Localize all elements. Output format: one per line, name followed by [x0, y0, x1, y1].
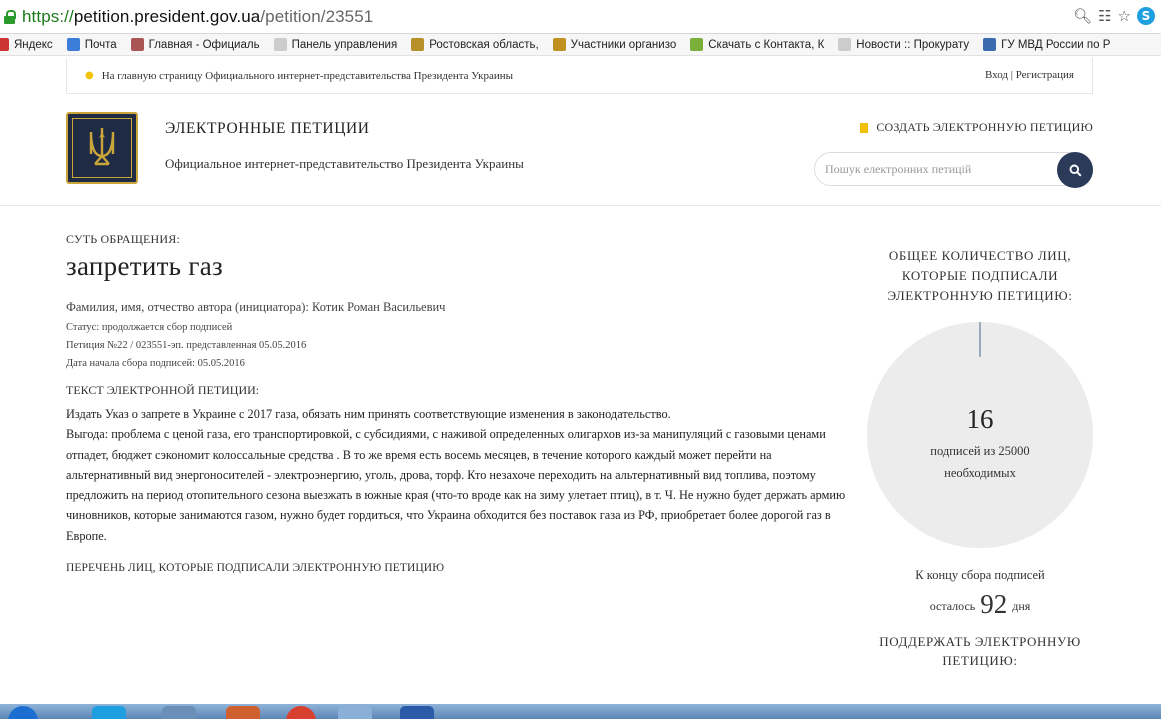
bookmark-label: ГУ МВД России по Р: [1001, 38, 1111, 51]
signature-count: 16: [966, 404, 994, 434]
bookmark-item[interactable]: Главная - Официаль: [130, 38, 260, 51]
count-of-required: подписей из 25000: [930, 444, 1030, 458]
home-link[interactable]: На главную страницу Официального интерне…: [102, 70, 513, 82]
signature-sidebar: ОБЩЕЕ КОЛИЧЕСТВО ЛИЦ, КОТОРЫЕ ПОДПИСАЛИ …: [866, 246, 1094, 670]
bookmark-favicon-icon: [411, 38, 425, 51]
document-icon: [860, 122, 869, 133]
bookmark-star-icon[interactable]: ☆: [1118, 7, 1131, 25]
skype-icon[interactable]: S: [1137, 7, 1155, 25]
petition-author: Фамилия, имя, отчество автора (инициатор…: [66, 300, 446, 314]
search-button[interactable]: [1057, 152, 1093, 188]
signers-list-link[interactable]: ПЕРЕЧЕНЬ ЛИЦ, КОТОРЫЕ ПОДПИСАЛИ ЭЛЕКТРОН…: [66, 562, 856, 574]
petition-text: Издать Указ о запрете в Украине с 2017 г…: [66, 404, 856, 546]
count-required-word: необходимых: [944, 466, 1016, 480]
bookmark-favicon-icon: [66, 38, 80, 51]
url-text[interactable]: https://petition.president.gov.ua/petiti…: [22, 7, 373, 27]
site-header: ЭЛЕКТРОННЫЕ ПЕТИЦИИ Официальное интернет…: [0, 94, 1161, 206]
start-button-icon[interactable]: [8, 706, 38, 719]
skype-taskbar-icon[interactable]: [92, 706, 126, 719]
bookmark-item[interactable]: ГУ МВД России по Р: [983, 38, 1110, 51]
petition-text-label: ТЕКСТ ЭЛЕКТРОННОЙ ПЕТИЦИИ:: [66, 383, 260, 397]
bookmark-label: Участники организо: [570, 38, 677, 51]
address-bar[interactable]: https://petition.president.gov.ua/petiti…: [0, 0, 1161, 34]
top-strip: ● На главную страницу Официального интер…: [66, 58, 1093, 94]
petition-status: Статус: продолжается сбор подписей: [66, 322, 233, 333]
bookmark-item[interactable]: Яндекс: [0, 38, 53, 51]
petition-start-date: Дата начала сбора подписей: 05.05.2016: [66, 358, 245, 369]
bookmark-label: Яндекс: [14, 38, 53, 51]
lock-icon: [4, 9, 16, 24]
signature-progress-circle: 16 подписей из 25000 необходимых: [867, 322, 1093, 548]
os-taskbar: [0, 704, 1161, 719]
collection-end-label: К концу сбора подписей: [915, 568, 1045, 582]
login-link[interactable]: Вход: [985, 69, 1008, 81]
bookmark-favicon-icon: [0, 38, 9, 51]
site-subtitle: Официальное интернет-представительство П…: [165, 156, 524, 171]
remain-days: 92: [980, 589, 1008, 619]
bookmark-item[interactable]: Ростовская область,: [411, 38, 539, 51]
chrome-taskbar-icon[interactable]: [286, 706, 316, 719]
petition-content: СУТЬ ОБРАЩЕНИЯ: запретить газ Фамилия, и…: [66, 232, 856, 574]
bookmark-favicon-icon: [983, 38, 997, 51]
home-star-icon: ●: [85, 70, 94, 81]
support-heading: ПОДДЕРЖАТЬ ЭЛЕКТРОННУЮ ПЕТИЦИЮ:: [879, 634, 1081, 668]
paint-taskbar-icon[interactable]: [338, 706, 372, 719]
essence-label: СУТЬ ОБРАЩЕНИЯ:: [66, 232, 181, 246]
url-host: petition.president.gov.ua: [73, 6, 261, 26]
bookmark-label: Скачать с Контакта, К: [708, 38, 825, 51]
petition-text-body: Выгода: проблема с ценой газа, его транс…: [66, 427, 846, 543]
days-remaining: осталось 92 дня: [866, 589, 1094, 620]
bookmark-favicon-icon: [838, 38, 852, 51]
bookmark-label: Ростовская область,: [429, 38, 539, 51]
url-scheme: https://: [22, 6, 74, 26]
petition-title: запретить газ: [66, 251, 223, 281]
search-input[interactable]: [825, 161, 1045, 177]
bookmark-favicon-icon: [552, 38, 566, 51]
bookmark-label: Панель управления: [291, 38, 398, 51]
word-taskbar-icon[interactable]: [400, 706, 434, 719]
bookmark-item[interactable]: Новости :: Прокурату: [838, 38, 969, 51]
create-petition-label: СОЗДАТЬ ЭЛЕКТРОННУЮ ПЕТИЦИЮ: [876, 120, 1093, 134]
bookmark-label: Новости :: Прокурату: [856, 38, 970, 51]
remain-prefix: осталось: [929, 599, 976, 613]
search-box: [814, 152, 1093, 188]
bookmark-item[interactable]: Участники организо: [552, 38, 677, 51]
app-taskbar-icon[interactable]: [162, 706, 196, 719]
progress-tick: [979, 322, 981, 357]
url-path: /petition/23551: [260, 6, 374, 26]
bookmarks-bar: Яндекс Почта Главная - Официаль Панель упра…: [0, 34, 1161, 56]
bookmark-label: Почта: [84, 38, 117, 51]
petition-text-line1: Издать Указ о запрете в Украине с 2017 г…: [66, 407, 671, 421]
register-link[interactable]: Регистрация: [1016, 69, 1074, 81]
app2-taskbar-icon[interactable]: [226, 706, 260, 719]
search-icon: [1069, 164, 1082, 177]
zoom-icon[interactable]: 🔍︎: [1073, 7, 1092, 25]
bookmark-favicon-icon: [690, 38, 704, 51]
petition-number: Петиция №22 / 023551-эп. представленная …: [66, 340, 307, 351]
signature-count-caption: подписей из 25000 необходимых: [867, 440, 1093, 484]
bookmark-favicon-icon: [130, 38, 144, 51]
bookmark-item[interactable]: Почта: [66, 38, 117, 51]
url-actions: 🔍︎ ☷ ☆ S: [1073, 7, 1155, 25]
translate-icon[interactable]: ☷: [1098, 7, 1111, 25]
create-petition-link[interactable]: СОЗДАТЬ ЭЛЕКТРОННУЮ ПЕТИЦИЮ: [860, 120, 1093, 135]
bookmark-item[interactable]: Панель управления: [273, 38, 398, 51]
trident-emblem-icon[interactable]: [66, 112, 138, 184]
auth-links: Вход | Регистрация: [984, 69, 1074, 81]
bookmark-item[interactable]: Скачать с Контакта, К: [690, 38, 824, 51]
bookmark-favicon-icon: [273, 38, 287, 51]
site-title[interactable]: ЭЛЕКТРОННЫЕ ПЕТИЦИИ: [165, 120, 370, 138]
remain-suffix: дня: [1012, 599, 1031, 613]
signatures-heading: ОБЩЕЕ КОЛИЧЕСТВО ЛИЦ, КОТОРЫЕ ПОДПИСАЛИ …: [887, 248, 1073, 303]
bookmark-label: Главная - Официаль: [148, 38, 260, 51]
